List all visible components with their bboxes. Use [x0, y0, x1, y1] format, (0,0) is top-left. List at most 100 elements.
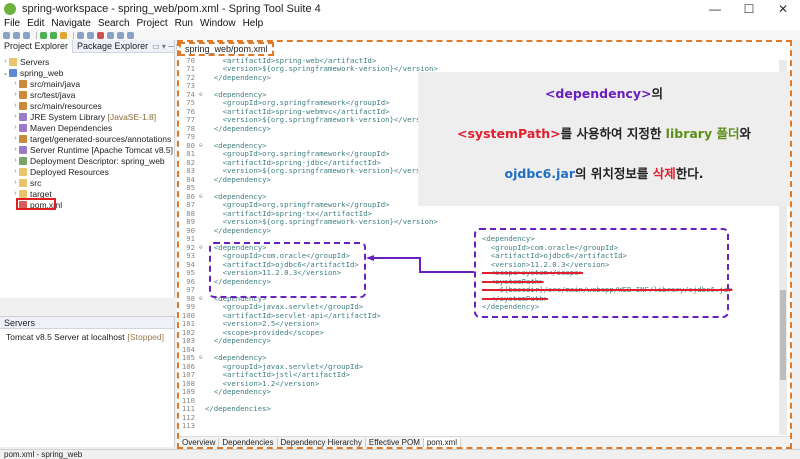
after-dependency-highlight [209, 242, 366, 298]
tree-item-src-test-java[interactable]: › src/test/java [0, 89, 174, 100]
code-line[interactable]: 88 <artifactId>spring-tx</artifactId> [179, 209, 777, 218]
save-all-icon[interactable] [23, 31, 30, 39]
forward-icon[interactable] [127, 31, 134, 39]
code-line[interactable]: 89 <version>${org.springframework-versio… [179, 217, 777, 226]
tree-item-src[interactable]: › src [0, 177, 174, 188]
code-text: </dependency> [205, 387, 271, 397]
tree-item-server-runtime[interactable]: › Server Runtime [Apache Tomcat v8.5] [0, 144, 174, 155]
toolbar-separator [36, 31, 37, 39]
tab-effective-pom[interactable]: Effective POM [366, 437, 424, 447]
pom-highlight-box [16, 198, 56, 210]
tree-item-jre-library[interactable]: › JRE System Library [JavaSE-1.8] [0, 111, 174, 122]
tree-item-servers[interactable]: › Servers [0, 56, 174, 67]
tree-item-src-main-resources[interactable]: › src/main/resources [0, 100, 174, 111]
run-icon[interactable] [40, 31, 47, 39]
servers-panel: Servers Tomcat v8.5 Server at localhost … [0, 316, 175, 447]
code-text: </dependency> [205, 123, 271, 133]
toolbar-separator [73, 31, 74, 39]
code-line[interactable]: 102 <scope>provided</scope> [179, 328, 777, 337]
stop-icon[interactable] [97, 31, 104, 39]
tab-overview[interactable]: Overview [179, 437, 220, 447]
menu-file[interactable]: File [4, 18, 20, 29]
folder-icon [19, 178, 27, 187]
arrow-icon [366, 255, 474, 273]
menu-window[interactable]: Window [200, 18, 236, 29]
code-line[interactable]: 112 [179, 413, 777, 422]
new-icon[interactable] [3, 31, 10, 39]
code-line[interactable]: 101 <version>2.5</version> [179, 319, 777, 328]
code-line[interactable]: 107 <artifactId>jstl</artifactId> [179, 370, 777, 379]
instruction-callout: <dependency>의 <systemPath>를 사용하여 지정한 lib… [418, 72, 790, 206]
tree-item-deployed-resources[interactable]: › Deployed Resources [0, 166, 174, 177]
tree-item-maven-dependencies[interactable]: › Maven Dependencies [0, 122, 174, 133]
scrollbar-thumb[interactable] [780, 290, 786, 380]
code-line[interactable]: 103 </dependency> [179, 336, 777, 346]
debug-icon[interactable] [50, 31, 57, 39]
code-line[interactable]: 106 <groupId>javax.servlet</groupId> [179, 362, 777, 371]
tab-servers[interactable]: Servers [0, 317, 174, 329]
code-line[interactable]: 111 </dependencies> [179, 404, 777, 414]
code-line[interactable]: 104 [179, 345, 777, 354]
server-row-tomcat[interactable]: Tomcat v8.5 Server at localhost [Stopped… [0, 332, 174, 342]
external-tools-icon[interactable] [60, 31, 67, 39]
code-line[interactable]: 113 [179, 421, 777, 431]
tab-package-explorer[interactable]: Package Explorer [73, 40, 152, 53]
package-icon [19, 101, 27, 110]
tab-dependency-hierarchy[interactable]: Dependency Hierarchy [278, 437, 366, 447]
struck-line: <scope>system</scope> [482, 268, 584, 277]
package-icon [19, 79, 27, 88]
editor-bottom-tabs: Overview Dependencies Dependency Hierarc… [179, 436, 790, 447]
code-line[interactable]: 109 </dependency> [179, 387, 777, 397]
code-line[interactable]: 110 [179, 396, 777, 405]
struck-line: ${basedir}/src/main/webapp/WEB-INF/libra… [482, 285, 733, 294]
tree-item-deployment-descriptor[interactable]: › Deployment Descriptor: spring_web [0, 155, 174, 166]
package-icon [19, 90, 27, 99]
save-icon[interactable] [13, 31, 20, 39]
before-line: <groupId>com.oracle</groupId> [482, 242, 619, 252]
menu-help[interactable]: Help [243, 18, 264, 29]
tab-pom-xml[interactable]: pom.xml [423, 437, 462, 447]
window-title: spring-workspace - spring_web/pom.xml - … [22, 2, 321, 15]
line-number: 113 [181, 421, 195, 431]
search-icon[interactable] [107, 31, 114, 39]
menu-search[interactable]: Search [98, 18, 130, 29]
project-icon [9, 68, 17, 77]
tree-item-src-main-java[interactable]: › src/main/java [0, 78, 174, 89]
menu-run[interactable]: Run [175, 18, 193, 29]
maximize-button[interactable]: ☐ [732, 0, 766, 17]
back-icon[interactable] [117, 31, 124, 39]
editor-tab-pom[interactable]: spring_web/pom.xml [179, 42, 274, 56]
code-text: </dependency> [205, 336, 271, 346]
library-icon [19, 123, 27, 132]
new-java-class-icon[interactable] [77, 31, 84, 39]
library-icon [19, 112, 27, 121]
callout-dependency-tag: <dependency> [544, 86, 652, 101]
tree-item-pom-xml[interactable]: pom.xml [0, 198, 174, 210]
folder-icon [19, 167, 27, 176]
project-tree: › Servers ⌄ spring_web › src/main/java › src… [0, 53, 174, 210]
code-line[interactable]: 70 <artifactId>spring-web</artifactId> [179, 56, 777, 65]
tree-item-spring-web[interactable]: ⌄ spring_web [0, 67, 174, 78]
tab-project-explorer[interactable]: Project Explorer [0, 39, 74, 53]
descriptor-icon [19, 156, 27, 165]
close-button[interactable]: ✕ [766, 0, 800, 17]
main-toolbar [0, 30, 800, 40]
library-icon [19, 145, 27, 154]
folder-icon [9, 57, 17, 66]
code-text: </dependencies> [205, 404, 271, 414]
code-line[interactable]: 108 <version>1.2</version> [179, 379, 777, 388]
code-line[interactable]: 105 ⊖ <dependency> [179, 353, 777, 362]
struck-line: </systemPath> [482, 293, 548, 303]
tab-dependencies[interactable]: Dependencies [219, 437, 278, 447]
tree-item-generated-sources[interactable]: › target/generated-sources/annotations [0, 133, 174, 144]
before-line: <dependency> [482, 234, 535, 243]
minimize-button[interactable]: — [698, 0, 732, 17]
open-type-icon[interactable] [87, 31, 94, 39]
folder-icon [19, 189, 27, 198]
before-line: </dependency> [482, 302, 540, 311]
menu-bar: File Edit Navigate Search Project Run Wi… [0, 17, 800, 30]
menu-navigate[interactable]: Navigate [51, 18, 90, 29]
package-icon [19, 134, 27, 143]
menu-edit[interactable]: Edit [27, 18, 44, 29]
menu-project[interactable]: Project [137, 18, 168, 29]
